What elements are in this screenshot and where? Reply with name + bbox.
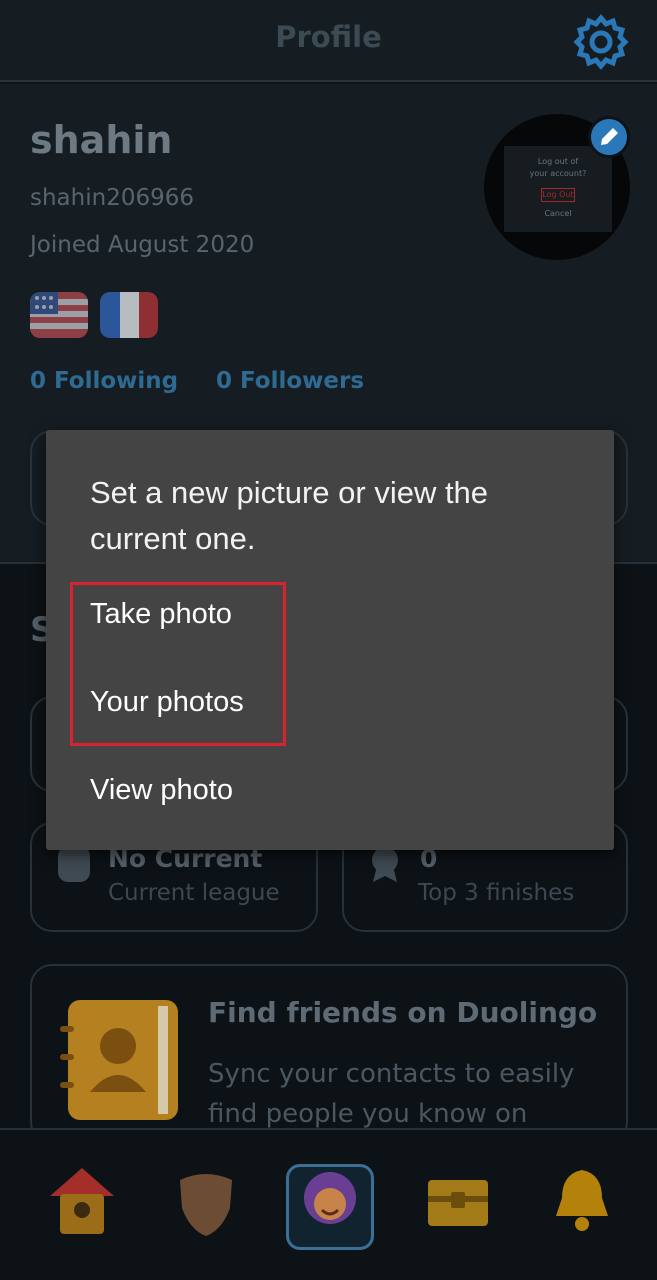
us-flag-icon[interactable] xyxy=(30,292,88,338)
avatar-screenshot: Log out of your account? Log Out Cancel xyxy=(504,146,612,232)
stat-label: Top 3 finishes xyxy=(418,880,575,906)
gear-icon[interactable] xyxy=(573,14,629,70)
profile-name: shahin xyxy=(30,118,173,162)
france-flag-icon[interactable] xyxy=(100,292,158,338)
profile-username: shahin206966 xyxy=(30,185,194,211)
stat-label: Current league xyxy=(108,880,280,906)
treasure-chest-icon[interactable] xyxy=(418,1160,498,1240)
top-bar: Profile xyxy=(0,0,657,82)
contacts-book-icon xyxy=(60,1000,178,1120)
league-shield-nav-icon[interactable] xyxy=(166,1160,246,1240)
avatar-text: Cancel xyxy=(544,209,572,218)
profile-avatar-icon xyxy=(304,1172,356,1224)
edit-avatar-button[interactable] xyxy=(588,116,630,158)
bell-icon[interactable] xyxy=(542,1160,622,1240)
dialog-title: Set a new picture or view the current on… xyxy=(90,475,489,556)
following-link[interactable]: 0 Following xyxy=(30,368,178,394)
medal-icon xyxy=(372,847,398,882)
view-photo-option[interactable]: View photo xyxy=(90,774,233,807)
avatar-text: Log out of your account? xyxy=(529,157,587,178)
followers-link[interactable]: 0 Followers xyxy=(216,368,364,394)
pencil-icon xyxy=(601,128,618,145)
profile-joined-date: Joined August 2020 xyxy=(30,232,255,258)
avatar-text: Log Out xyxy=(541,188,575,202)
highlight-annotation-box xyxy=(70,582,286,746)
find-friends-description: Sync your contacts to easily find people… xyxy=(208,1059,575,1129)
find-friends-title: Find friends on Duolingo xyxy=(208,996,598,1029)
home-icon[interactable] xyxy=(42,1160,122,1240)
page-title: Profile xyxy=(275,20,382,54)
league-shield-icon xyxy=(58,846,90,882)
